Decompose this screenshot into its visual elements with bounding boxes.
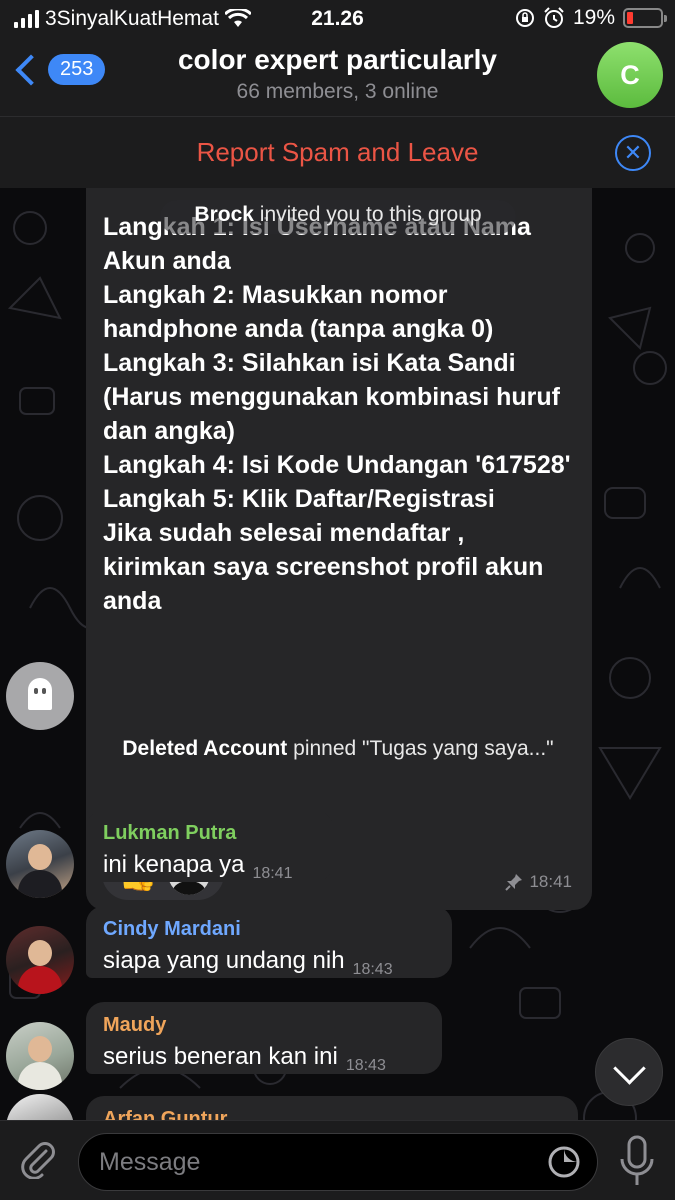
back-chevron-icon xyxy=(15,53,47,86)
sender-name[interactable]: Lukman Putra xyxy=(103,822,317,845)
avatar[interactable] xyxy=(6,926,74,994)
message-meta: 18:41 xyxy=(505,872,572,892)
chat-title-area[interactable]: color expert particularly 66 members, 3 … xyxy=(120,44,555,104)
pin-icon xyxy=(505,874,523,891)
avatar[interactable] xyxy=(6,1022,74,1090)
group-avatar[interactable]: C xyxy=(597,42,663,108)
chat-area[interactable]: Langkah 1: Isi Username atau Nama Akun a… xyxy=(0,188,675,1120)
pinner-name: Deleted Account xyxy=(122,737,288,760)
message-input[interactable] xyxy=(99,1144,519,1180)
alarm-icon xyxy=(544,7,564,28)
sender-name[interactable]: Maudy xyxy=(103,1014,426,1037)
back-button[interactable]: 253 xyxy=(12,53,106,86)
ghost-icon xyxy=(28,678,52,710)
message-text: serius beneran kan ini xyxy=(103,1043,338,1070)
status-bar: 3SinyalKuatHemat 21.26 19% xyxy=(0,0,675,36)
report-spam-button[interactable]: Report Spam and Leave xyxy=(0,137,675,168)
message-time: 18:43 xyxy=(352,961,393,978)
message-field[interactable] xyxy=(78,1133,598,1191)
close-icon[interactable]: ✕ xyxy=(615,135,651,171)
message-time: 18:41 xyxy=(252,865,293,882)
pinned-message-bubble[interactable]: Langkah 1: Isi Username atau Nama Akun a… xyxy=(86,188,592,910)
chat-header: 253 color expert particularly 66 members… xyxy=(0,36,675,116)
message-bubble[interactable]: Cindy Mardani siapa yang undang nih 18:43 xyxy=(86,906,452,978)
scroll-down-button[interactable] xyxy=(595,1038,663,1106)
input-bar xyxy=(0,1120,675,1200)
unread-badge: 253 xyxy=(48,54,106,85)
message-text: ini kenapa ya xyxy=(103,851,245,878)
report-spam-bar: Report Spam and Leave ✕ xyxy=(0,116,675,188)
status-right: 19% xyxy=(515,6,667,30)
battery-icon xyxy=(623,8,667,28)
pin-text: pinned "Tugas yang saya..." xyxy=(287,737,554,760)
message-bubble[interactable]: Maudy serius beneran kan ini 18:43 xyxy=(86,1002,442,1074)
message-text: Langkah 1: Isi Username atau Nama Akun a… xyxy=(103,213,571,615)
inviter-name: Brock xyxy=(194,203,254,226)
message-bubble[interactable]: Lukman Putra ini kenapa ya 18:41 xyxy=(86,810,333,882)
avatar[interactable] xyxy=(6,830,74,898)
group-title: color expert particularly xyxy=(177,44,497,75)
service-message-pin: Deleted Account pinned "Tugas yang saya.… xyxy=(120,734,556,764)
attach-icon[interactable] xyxy=(18,1139,58,1179)
orientation-lock-icon xyxy=(515,9,534,27)
message-time: 18:43 xyxy=(345,1057,386,1074)
battery-percent: 19% xyxy=(572,6,615,29)
message-text: siapa yang undang nih xyxy=(103,947,345,974)
sender-name[interactable]: Cindy Mardani xyxy=(103,918,436,941)
invite-text: invited you to this group xyxy=(253,203,482,226)
mic-icon[interactable] xyxy=(617,1135,657,1187)
sticker-icon[interactable] xyxy=(547,1145,581,1179)
group-subtitle: 66 members, 3 online xyxy=(236,80,439,103)
deleted-account-avatar[interactable] xyxy=(6,662,74,730)
service-message-invite: Brock invited you to this group xyxy=(160,200,516,234)
message-time: 18:41 xyxy=(529,872,572,891)
message-bubble[interactable]: Arfan Guntur xyxy=(86,1096,578,1120)
sender-name[interactable]: Arfan Guntur xyxy=(103,1108,562,1120)
